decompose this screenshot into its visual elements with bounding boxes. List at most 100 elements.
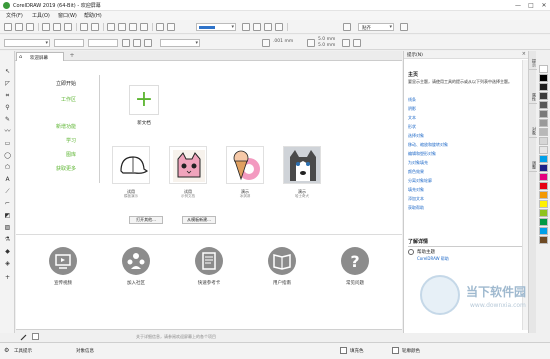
gear-icon[interactable]: ⚙ xyxy=(4,347,9,354)
recent-file-cap[interactable] xyxy=(112,146,150,184)
palette-swatch[interactable] xyxy=(539,128,548,136)
quick-reference-label[interactable]: 快速参考卡 xyxy=(186,280,232,286)
artistic-media-icon[interactable]: 〰 xyxy=(3,127,12,136)
show-rulers-icon[interactable] xyxy=(253,23,261,31)
new-from-template-button[interactable]: 从模板新建... xyxy=(182,216,216,224)
options-gear-icon[interactable] xyxy=(343,23,351,31)
palette-swatch[interactable] xyxy=(539,146,548,154)
promo-video-label[interactable]: 宣传视频 xyxy=(40,280,86,286)
text-tool-icon[interactable]: A xyxy=(3,175,12,184)
maximize-button[interactable]: □ xyxy=(525,1,537,10)
user-guide-icon[interactable] xyxy=(268,247,296,275)
transparency-icon[interactable]: ▨ xyxy=(3,223,12,232)
palette-swatch[interactable] xyxy=(539,164,548,172)
nav-get-started[interactable]: 立即开始 xyxy=(16,80,76,87)
nav-gallery[interactable]: 图库 xyxy=(16,151,76,158)
menu-window[interactable]: 窗口(W) xyxy=(58,12,77,19)
duplicate-distance-icon[interactable] xyxy=(307,39,315,47)
menu-tools[interactable]: 工具(O) xyxy=(32,12,50,19)
side-tab-adjust[interactable]: 调整 xyxy=(529,159,537,172)
hint-link[interactable]: 编辑和塑形对象 xyxy=(408,151,436,157)
recent-file-husky[interactable] xyxy=(283,146,321,184)
corel-connect-icon[interactable] xyxy=(156,23,164,31)
treat-as-filled-icon[interactable] xyxy=(342,39,350,47)
promo-video-icon[interactable] xyxy=(49,247,77,275)
open-other-button[interactable]: 打开其他... xyxy=(129,216,163,224)
nav-learn[interactable]: 学习 xyxy=(16,137,76,144)
side-tab-objects[interactable]: 对象 xyxy=(529,125,537,138)
freehand-tool-icon[interactable]: ✎ xyxy=(3,115,12,124)
duplicate-x[interactable]: 5.0 mm xyxy=(318,37,335,42)
publish-pdf-icon[interactable] xyxy=(140,23,148,31)
page-size-dropdown[interactable]: ▾ xyxy=(4,39,50,47)
palette-swatch[interactable] xyxy=(539,137,548,145)
faq-label[interactable]: 常见问题 xyxy=(332,280,378,286)
hint-link[interactable]: 获取帮助 xyxy=(408,205,424,211)
coreldraw-help-link[interactable]: CorelDRAW 帮助 xyxy=(417,256,449,262)
redo-icon[interactable] xyxy=(91,23,99,31)
side-tab-hints[interactable]: 提示 xyxy=(529,57,537,70)
recent-file-icecream[interactable] xyxy=(226,146,264,184)
new-document-tile[interactable]: + xyxy=(129,85,159,115)
palette-swatch[interactable] xyxy=(539,236,548,244)
cut-icon[interactable] xyxy=(42,23,50,31)
help-topics-link[interactable]: 帮助主题 xyxy=(417,249,435,255)
search-icon[interactable] xyxy=(107,23,115,31)
fill-swatch[interactable] xyxy=(340,347,347,354)
save-icon[interactable] xyxy=(26,23,34,31)
page-height-field[interactable] xyxy=(88,39,118,47)
show-grid-icon[interactable] xyxy=(264,23,272,31)
hint-link[interactable]: 文本 xyxy=(408,115,416,121)
recent-file-cat[interactable] xyxy=(169,146,207,184)
palette-swatch[interactable] xyxy=(539,209,548,217)
menu-help[interactable]: 帮助(H) xyxy=(84,12,102,19)
hint-link[interactable]: 阴影 xyxy=(408,106,416,112)
user-guide-label[interactable]: 用户指南 xyxy=(259,280,305,286)
nav-get-more[interactable]: 获取更多 xyxy=(16,165,76,172)
eyedropper-icon[interactable] xyxy=(20,333,28,341)
interactive-fill-icon[interactable]: ◆ xyxy=(3,247,12,256)
hint-link[interactable]: 颜色效果 xyxy=(408,169,424,175)
quick-reference-icon[interactable] xyxy=(195,247,223,275)
add-tool-icon[interactable]: + xyxy=(3,273,12,282)
community-icon[interactable] xyxy=(122,247,150,275)
hint-link[interactable]: 线条 xyxy=(408,97,416,103)
connector-tool-icon[interactable]: ⌐ xyxy=(3,199,12,208)
nav-whats-new[interactable]: 新增功能 xyxy=(16,123,76,130)
hint-link[interactable]: 分离对象轮廓 xyxy=(408,178,432,184)
nav-workspace[interactable]: 工作区 xyxy=(16,96,76,103)
polygon-tool-icon[interactable]: ⬠ xyxy=(3,163,12,172)
palette-swatch[interactable] xyxy=(539,119,548,127)
crop-tool-icon[interactable]: ⌗ xyxy=(3,91,12,100)
page-options-icon[interactable] xyxy=(353,39,361,47)
palette-swatch[interactable] xyxy=(539,227,548,235)
paste-icon[interactable] xyxy=(64,23,72,31)
palette-swatch[interactable] xyxy=(539,191,548,199)
ellipse-tool-icon[interactable]: ◯ xyxy=(3,151,12,160)
minimize-button[interactable]: — xyxy=(512,1,524,10)
palette-swatch[interactable] xyxy=(539,173,548,181)
palette-swatch[interactable] xyxy=(539,65,548,73)
smart-fill-icon[interactable]: ◈ xyxy=(3,259,12,268)
palette-swatch[interactable] xyxy=(539,110,548,118)
close-button[interactable]: ✕ xyxy=(538,1,550,10)
all-pages-icon[interactable] xyxy=(144,39,152,47)
palette-swatch[interactable] xyxy=(539,92,548,100)
export-icon[interactable] xyxy=(129,23,137,31)
snap-to-dropdown[interactable]: 贴齐 ▾ xyxy=(358,23,394,31)
docker-close-icon[interactable]: × xyxy=(522,51,526,57)
palette-swatch[interactable] xyxy=(539,182,548,190)
hint-link[interactable]: 填充对象 xyxy=(408,187,424,193)
zoom-tool-icon[interactable]: ⚲ xyxy=(3,103,12,112)
page-width-field[interactable] xyxy=(54,39,84,47)
hint-link[interactable]: 形状 xyxy=(408,124,416,130)
tab-welcome-screen[interactable]: ⌂ 欢迎屏幕 xyxy=(16,52,64,61)
launch-settings-icon[interactable] xyxy=(400,23,408,31)
show-guidelines-icon[interactable] xyxy=(275,23,283,31)
hint-link[interactable]: 为对象填充 xyxy=(408,160,428,166)
copy-icon[interactable] xyxy=(53,23,61,31)
no-color-swatch[interactable] xyxy=(32,333,39,340)
menu-file[interactable]: 文件(F) xyxy=(6,12,23,19)
app-launcher-icon[interactable] xyxy=(167,23,175,31)
palette-swatch[interactable] xyxy=(539,101,548,109)
